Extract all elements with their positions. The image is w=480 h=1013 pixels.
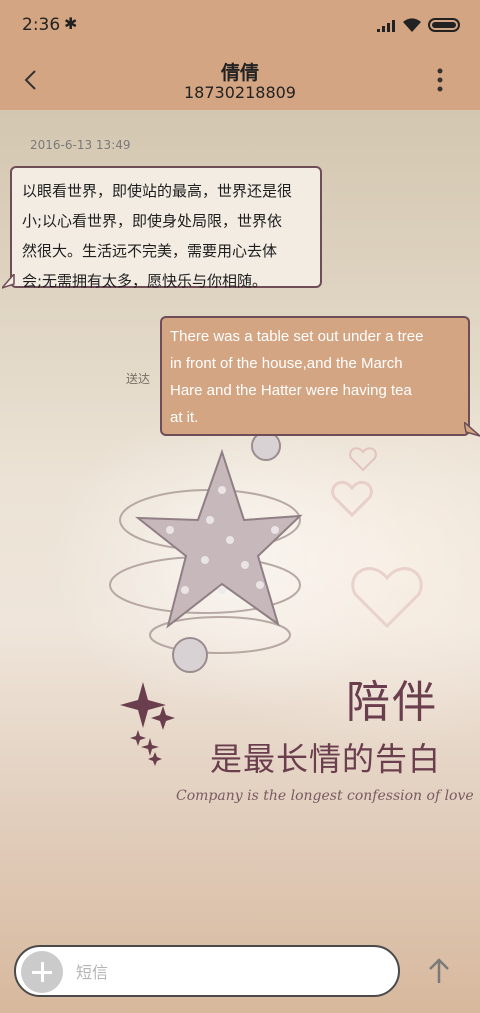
star-icon: [134, 448, 303, 629]
gem-icon: [251, 431, 281, 461]
message-line: in front of the house,and the March: [170, 355, 403, 372]
bubble-tail-icon: [2, 274, 15, 289]
message-line: at it.: [170, 409, 199, 426]
battery-icon: [428, 18, 460, 32]
bluetooth-icon: ✱: [64, 14, 78, 33]
message-input[interactable]: [76, 957, 376, 987]
contact-name: 倩倩: [220, 62, 259, 84]
heart-icon: [331, 480, 373, 518]
status-time: 2:36: [22, 15, 61, 35]
wallpaper-subtitle: 是最长情的告白: [210, 740, 442, 778]
message-line: 以眼看世界，即使站的最高，世界还是很: [22, 182, 293, 200]
wallpaper-tagline: Company is the longest confession of lov…: [176, 788, 474, 804]
incoming-message-bubble[interactable]: 以眼看世界，即使站的最高，世界还是很 小;以心看世界，即使身处局限，世界依 然很…: [10, 166, 322, 290]
heart-icon: [351, 567, 423, 629]
message-timestamp: 2016-6-13 13:49: [30, 138, 131, 152]
message-line: 会;无需拥有太多，愿快乐与你相随。: [22, 272, 268, 290]
status-bar: 2:36 ✱: [0, 0, 480, 52]
signal-icon: [377, 20, 395, 32]
more-options-icon[interactable]: [430, 66, 450, 94]
message-line: 然很大。生活远不完美，需要用心去体: [22, 242, 278, 260]
conversation-header: 倩倩 18730218809: [0, 52, 480, 110]
contact-number: 18730218809: [184, 83, 296, 102]
sparkle-icon: [120, 682, 175, 766]
delivery-status: 送达: [126, 372, 151, 386]
send-icon[interactable]: [426, 957, 452, 985]
message-line: 小;以心看世界，即使身处局限，世界依: [22, 212, 283, 230]
wifi-icon: [403, 18, 421, 32]
message-line: There was a table set out under a tree: [170, 328, 424, 345]
heart-icon: [349, 447, 377, 472]
gem-icon: [172, 637, 208, 673]
message-line: Hare and the Hatter were having tea: [170, 382, 412, 399]
outgoing-message-bubble[interactable]: There was a table set out under a tree i…: [160, 316, 470, 436]
wallpaper-title: 陪伴: [346, 677, 438, 728]
add-attachment-button[interactable]: [21, 951, 63, 993]
bubble-tail-icon: [464, 422, 480, 437]
message-composer: [14, 945, 400, 997]
